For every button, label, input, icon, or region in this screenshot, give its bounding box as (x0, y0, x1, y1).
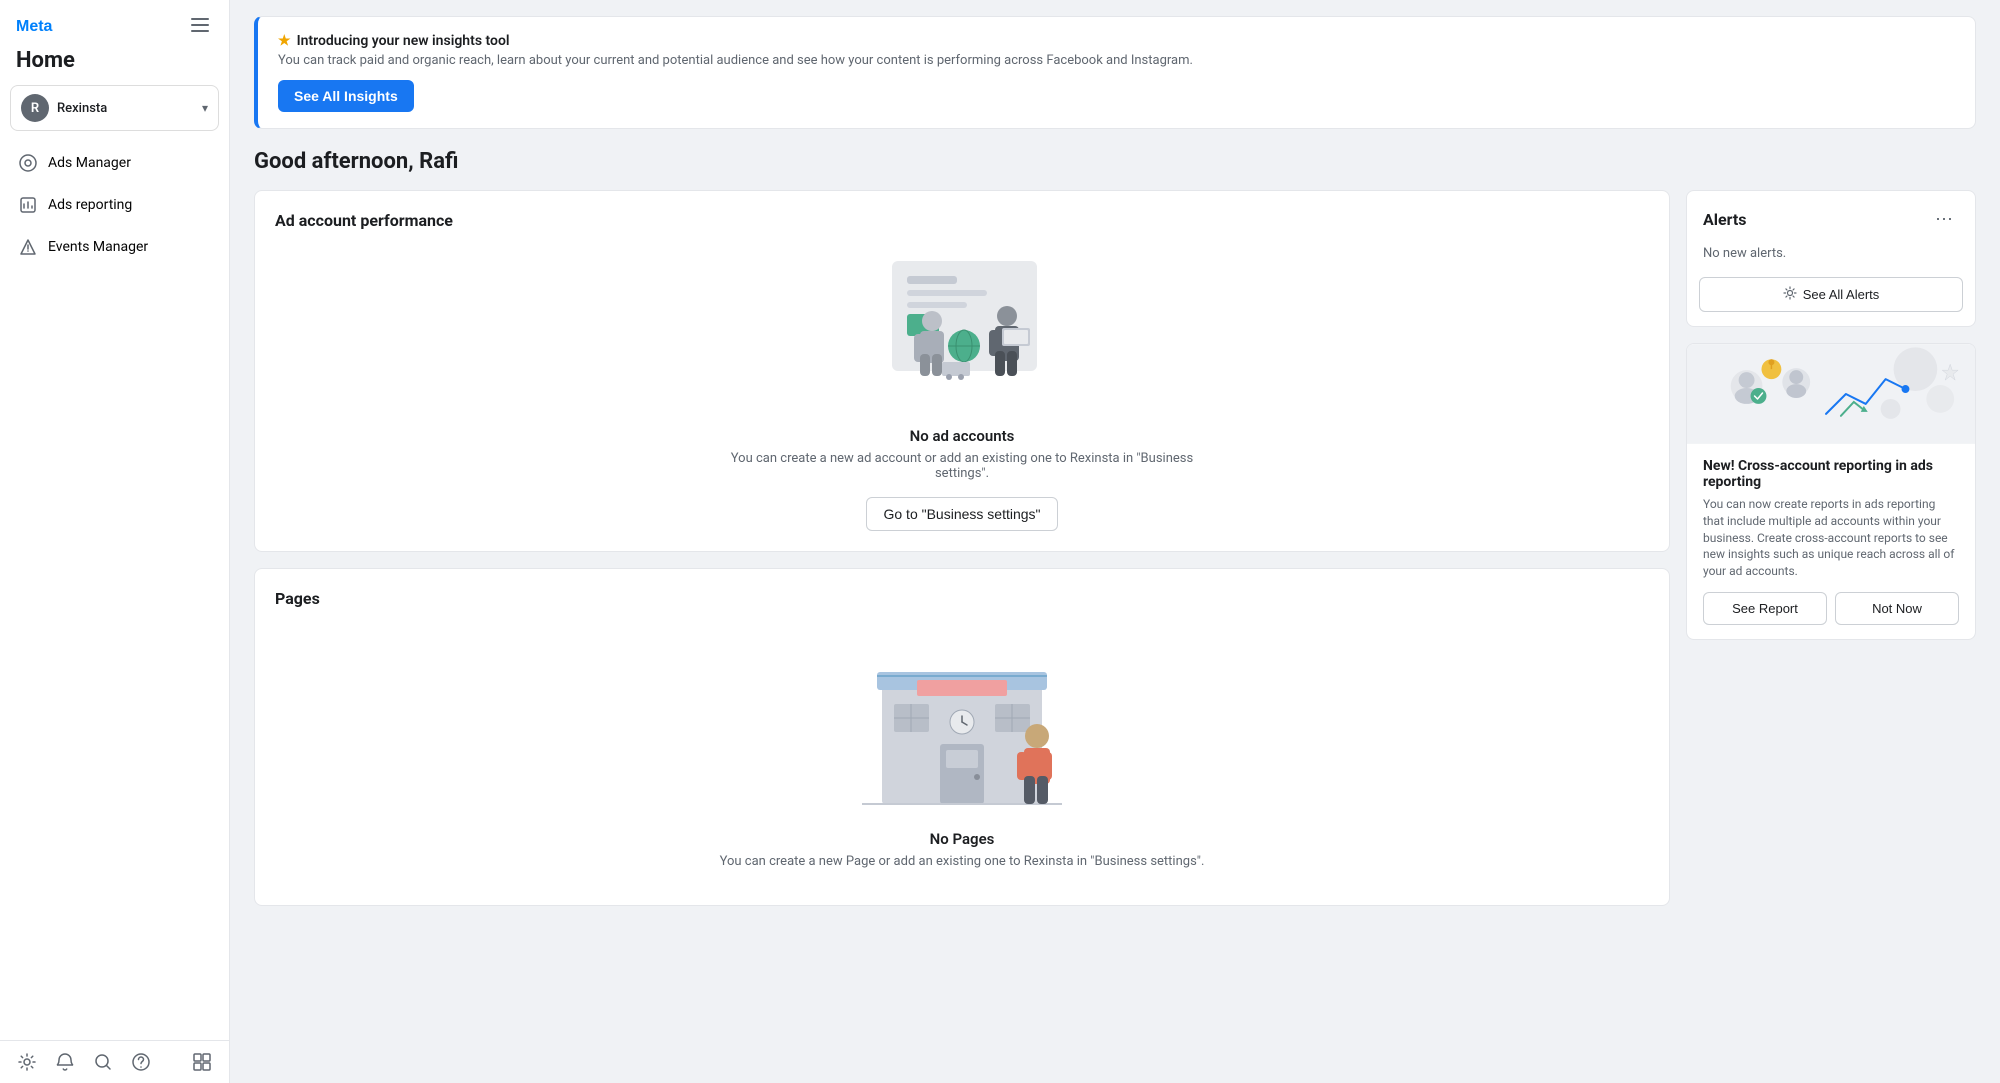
cross-account-badge: New! Cross-account reporting in ads repo… (1703, 458, 1959, 490)
insights-banner-content: ★ Introducing your new insights tool You… (278, 33, 1955, 112)
ad-illustration (852, 246, 1072, 411)
main-panels: Ad account performance (254, 190, 1670, 906)
sidebar-footer (0, 1040, 229, 1083)
pages-title: Pages (255, 569, 1669, 624)
account-name: Rexinsta (57, 101, 194, 116)
grid-icon[interactable] (191, 1051, 213, 1073)
ads-manager-icon (18, 153, 38, 173)
cross-account-card: New! Cross-account reporting in ads repo… (1686, 343, 1976, 640)
hamburger-line (191, 18, 209, 20)
main-content: ★ Introducing your new insights tool You… (230, 0, 2000, 1083)
see-all-alerts-button[interactable]: See All Alerts (1699, 277, 1963, 312)
hamburger-line (191, 30, 209, 32)
hamburger-line (191, 24, 209, 26)
search-icon[interactable] (92, 1051, 114, 1073)
footer-icons (16, 1051, 152, 1073)
meta-logo: Meta (16, 15, 76, 35)
see-all-insights-button[interactable]: See All Insights (278, 80, 414, 112)
insights-banner-title: ★ Introducing your new insights tool (278, 33, 1955, 49)
content-layout: Ad account performance (254, 190, 1976, 906)
help-icon[interactable] (130, 1051, 152, 1073)
no-ad-accounts-title: No ad accounts (910, 427, 1015, 445)
pages-illustration (822, 624, 1102, 814)
meta-logo-svg: Meta (16, 15, 76, 35)
no-ad-accounts-desc: You can create a new ad account or add a… (712, 451, 1212, 481)
sidebar-item-label: Ads Manager (48, 155, 131, 171)
sidebar-item-label: Events Manager (48, 239, 148, 255)
ad-account-performance-title: Ad account performance (255, 191, 1669, 246)
cross-account-actions: See Report Not Now (1703, 592, 1959, 625)
no-pages-title: No Pages (930, 830, 995, 848)
alerts-more-button[interactable]: ⋯ (1929, 207, 1959, 232)
chevron-down-icon: ▾ (202, 101, 208, 115)
alerts-card: Alerts ⋯ No new alerts. See All Alerts (1686, 190, 1976, 327)
bell-icon[interactable] (54, 1051, 76, 1073)
cross-account-card-content: New! Cross-account reporting in ads repo… (1687, 444, 1975, 639)
svg-text:Meta: Meta (16, 18, 53, 35)
alerts-card-header: Alerts ⋯ (1687, 191, 1975, 240)
sidebar-item-label: Ads reporting (48, 197, 132, 213)
greeting: Good afternoon, Rafi (254, 149, 1976, 174)
see-report-button[interactable]: See Report (1703, 592, 1827, 625)
not-now-button[interactable]: Not Now (1835, 592, 1959, 625)
ad-account-performance-body: No ad accounts You can create a new ad a… (255, 246, 1669, 551)
avatar: R (21, 94, 49, 122)
sidebar-item-ads-reporting[interactable]: Ads reporting (8, 185, 221, 225)
cross-account-illustration (1687, 344, 1975, 444)
hamburger-button[interactable] (187, 14, 213, 36)
cross-account-desc: You can now create reports in ads report… (1703, 496, 1959, 580)
go-to-business-settings-button[interactable]: Go to "Business settings" (866, 497, 1057, 531)
ad-account-performance-card: Ad account performance (254, 190, 1670, 552)
events-manager-icon (18, 237, 38, 257)
sidebar-header: Meta (0, 0, 229, 44)
pages-body: No Pages You can create a new Page or ad… (255, 624, 1669, 905)
pages-card: Pages (254, 568, 1670, 906)
home-title: Home (0, 44, 229, 85)
settings-icon[interactable] (16, 1051, 38, 1073)
star-icon: ★ (278, 33, 291, 49)
insights-banner-desc: You can track paid and organic reach, le… (278, 53, 1955, 68)
sidebar: Meta Home R Rexinsta ▾ Ads Manager (0, 0, 230, 1083)
alerts-title: Alerts (1703, 210, 1747, 229)
ads-reporting-icon (18, 195, 38, 215)
gear-icon (1783, 286, 1797, 303)
sidebar-item-ads-manager[interactable]: Ads Manager (8, 143, 221, 183)
sidebar-item-events-manager[interactable]: Events Manager (8, 227, 221, 267)
sidebar-nav: Ads Manager Ads reporting E (0, 143, 229, 267)
insights-banner: ★ Introducing your new insights tool You… (254, 16, 1976, 129)
no-alerts-text: No new alerts. (1687, 240, 1975, 277)
account-selector[interactable]: R Rexinsta ▾ (10, 85, 219, 131)
right-panel: Alerts ⋯ No new alerts. See All Alerts (1686, 190, 1976, 640)
no-pages-desc: You can create a new Page or add an exis… (720, 854, 1205, 869)
